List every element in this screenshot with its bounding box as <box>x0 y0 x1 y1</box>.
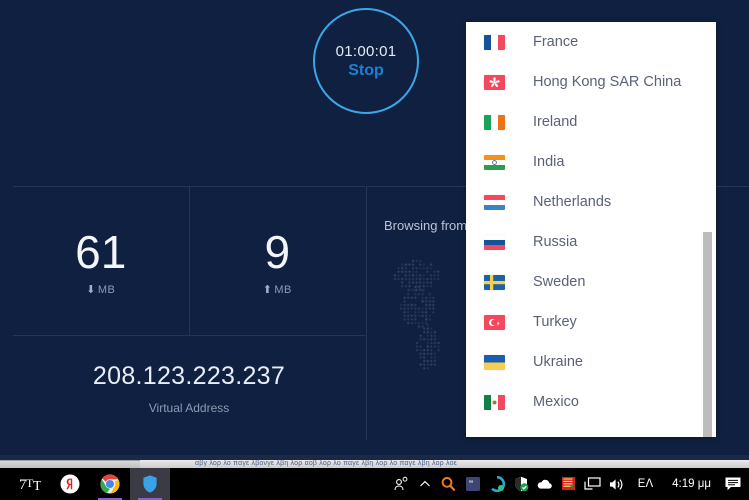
virtual-ip-value: 208.123.223.237 <box>93 362 285 391</box>
background-window[interactable]: αβγ λορ λο παγε λβονγε λβη λορ αοβ λορ λ… <box>0 455 749 468</box>
download-stat: 61 ⬇ MB <box>13 187 190 335</box>
country-list[interactable]: France Hong Kong SAR China Ireland India Net… <box>466 22 716 422</box>
quote-badge-icon: " <box>465 476 481 492</box>
system-tray: " ΕΛ 4:19 μμ <box>389 468 749 500</box>
flag-india-icon <box>484 155 505 170</box>
windows-defender-icon[interactable] <box>509 468 533 500</box>
download-unit: ⬇ MB <box>86 283 115 296</box>
flag-ukraine-icon <box>484 355 505 370</box>
taskbar-item-yandex[interactable] <box>50 468 90 500</box>
country-option[interactable]: Russia <box>466 222 716 262</box>
country-option-label: Mexico <box>533 394 579 410</box>
background-window-text: αβγ λορ λο παγε λβονγε λβη λορ αοβ λορ λ… <box>195 459 457 468</box>
cloud-icon <box>536 477 553 491</box>
country-option-label: Ireland <box>533 114 577 130</box>
teal-circle-icon <box>489 476 505 492</box>
country-option[interactable]: Ukraine <box>466 342 716 382</box>
yandex-icon <box>60 474 80 494</box>
upload-unit: ⬆ MB <box>263 283 292 296</box>
monitor-network-icon <box>584 477 601 491</box>
country-dropdown[interactable]: France Hong Kong SAR China Ireland India Net… <box>466 22 716 437</box>
chrome-icon <box>100 474 120 494</box>
flag-netherlands-icon <box>484 195 505 210</box>
taskbar-item-vpn[interactable] <box>130 468 170 500</box>
country-option-label: Russia <box>533 234 577 250</box>
network-icon[interactable] <box>581 468 605 500</box>
dropdown-scrollbar[interactable] <box>703 22 712 437</box>
country-option-label: Ukraine <box>533 354 583 370</box>
dropdown-scrollbar-thumb[interactable] <box>703 232 712 437</box>
vpn-shield-icon <box>140 474 160 494</box>
country-option[interactable]: Mexico <box>466 382 716 422</box>
clock[interactable]: 4:19 μμ <box>662 468 721 500</box>
arrow-up-icon: ⬆ <box>263 284 273 296</box>
antivirus-icon[interactable] <box>557 468 581 500</box>
flag-russia-icon <box>484 235 505 250</box>
country-option-label: France <box>533 34 578 50</box>
sync-app-icon[interactable] <box>485 468 509 500</box>
taskbar-apps: 7 T T <box>0 468 170 500</box>
people-glyph <box>393 476 409 492</box>
windows-taskbar: 7 T T " ΕΛ 4:19 μμ <box>0 468 749 500</box>
7tt-icon: 7 T T <box>19 475 41 493</box>
volume-icon[interactable] <box>605 468 629 500</box>
red-list-icon <box>561 476 577 492</box>
speech-bubble-icon <box>724 476 742 492</box>
keyboard-language-indicator[interactable]: ΕΛ <box>629 478 662 490</box>
flag-hongkong-icon <box>484 75 505 90</box>
upload-stat: 9 ⬆ MB <box>190 187 366 335</box>
country-option-label: Hong Kong SAR China <box>533 74 681 90</box>
svg-text:": " <box>468 480 474 491</box>
country-option[interactable]: India <box>466 142 716 182</box>
upload-value: 9 <box>264 227 290 277</box>
country-option[interactable]: Turkey <box>466 302 716 342</box>
people-icon[interactable] <box>389 468 413 500</box>
session-timer[interactable]: 01:00:01 Stop <box>313 8 419 114</box>
flag-mexico-icon <box>484 395 505 410</box>
timer-elapsed-time: 01:00:01 <box>336 43 397 60</box>
country-option[interactable]: Sweden <box>466 262 716 302</box>
flag-sweden-icon <box>484 275 505 290</box>
stats-panel: 61 ⬇ MB 9 ⬆ MB 208.123.223.237 Virtual Add… <box>13 186 365 440</box>
virtual-ip-label: Virtual Address <box>149 401 230 415</box>
screen: αβγ λορ λο παγε λβονγε λβη λορ αοβ λορ λ… <box>0 0 749 500</box>
timer-ring-button[interactable]: 01:00:01 Stop <box>313 8 419 114</box>
country-option[interactable]: France <box>466 22 716 62</box>
country-option[interactable]: Hong Kong SAR China <box>466 62 716 102</box>
virtual-address-block: 208.123.223.237 Virtual Address <box>13 335 365 441</box>
speaker-icon <box>608 477 625 492</box>
stop-button-label[interactable]: Stop <box>348 62 384 80</box>
traffic-stats-row: 61 ⬇ MB 9 ⬆ MB <box>13 187 365 335</box>
country-option-label: India <box>533 154 564 170</box>
notification-center-icon[interactable] <box>721 468 745 500</box>
onedrive-icon[interactable] <box>533 468 557 500</box>
upload-unit-label: MB <box>274 284 291 296</box>
flag-france-icon <box>484 35 505 50</box>
quotes-app-icon[interactable]: " <box>461 468 485 500</box>
flag-ireland-icon <box>484 115 505 130</box>
country-option-label: Sweden <box>533 274 585 290</box>
show-hidden-icons-chevron[interactable] <box>413 468 437 500</box>
flag-turkey-icon <box>484 315 505 330</box>
chevron-up-icon <box>418 477 432 491</box>
taskbar-item-7tt[interactable]: 7 T T <box>10 468 50 500</box>
magnifier-icon <box>440 476 457 493</box>
svg-text:T: T <box>33 479 41 493</box>
download-value: 61 <box>75 227 126 277</box>
browsing-from-label: Browsing from <box>384 218 467 233</box>
download-unit-label: MB <box>98 284 115 296</box>
country-option[interactable]: Ireland <box>466 102 716 142</box>
country-option-label: Netherlands <box>533 194 611 210</box>
country-option[interactable]: Netherlands <box>466 182 716 222</box>
shield-check-icon <box>513 476 529 492</box>
search-tray-icon[interactable] <box>437 468 461 500</box>
country-option-label: Turkey <box>533 314 577 330</box>
taskbar-item-chrome[interactable] <box>90 468 130 500</box>
arrow-down-icon: ⬇ <box>86 284 96 296</box>
